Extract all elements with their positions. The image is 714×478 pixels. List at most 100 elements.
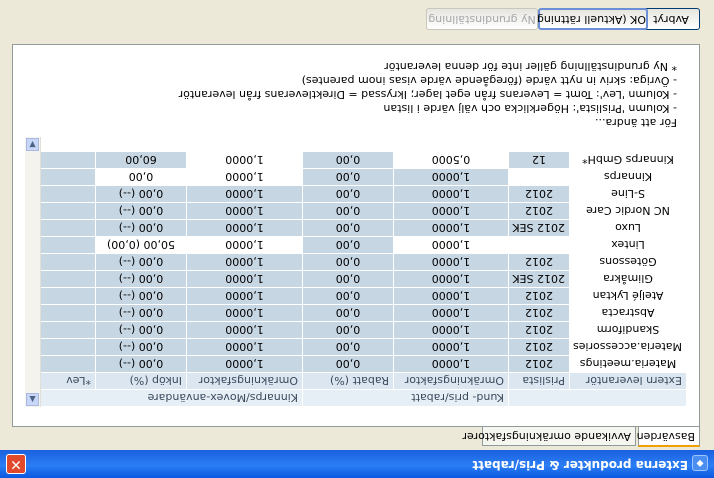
title-bar[interactable]: ◆ Externa produkter & Pris/rabatt ✕ bbox=[0, 450, 714, 478]
grid-cell[interactable]: 1,0000 bbox=[186, 219, 303, 237]
grid-cell[interactable]: 1,0000 bbox=[186, 151, 303, 169]
grid-cell[interactable]: 0,00 (--) bbox=[95, 338, 187, 356]
grid-cell[interactable]: 0,00 (--) bbox=[95, 185, 187, 203]
grid-cell[interactable]: 1,0000 bbox=[393, 219, 509, 237]
grid-cell[interactable]: 1,0000 bbox=[393, 270, 509, 288]
grid-cell[interactable]: 0,00 bbox=[302, 151, 394, 169]
grid-cell[interactable]: 1,0000 bbox=[186, 236, 303, 254]
grid-cell[interactable]: Luxo bbox=[569, 219, 687, 237]
grid-cell[interactable]: 2012 bbox=[508, 321, 570, 339]
grid-cell[interactable]: 1,0000 bbox=[186, 168, 303, 186]
table-row[interactable]: Skandiform 2012 1,0000 0,00 1,0000 0,00 (--) bbox=[40, 321, 687, 339]
grid-cell[interactable]: 60,00 bbox=[95, 151, 187, 169]
grid-cell[interactable] bbox=[40, 151, 96, 169]
grid-cell[interactable]: 0,00 bbox=[302, 185, 394, 203]
grid-cell[interactable]: 1,0000 bbox=[186, 338, 303, 356]
grid-cell[interactable]: 0,00 (--) bbox=[95, 304, 187, 322]
grid-cell[interactable]: 0,00 bbox=[95, 168, 187, 186]
grid-cell[interactable] bbox=[40, 168, 96, 186]
grid-cell[interactable]: Glimåkra bbox=[569, 270, 687, 288]
grid-cell[interactable]: 1,0000 bbox=[186, 202, 303, 220]
table-row[interactable]: Ateljé Lyktan 2012 1,0000 0,00 1,0000 0,00 (-… bbox=[40, 287, 687, 305]
col-header-omrakningsfaktor-kinnarps[interactable]: Omräkningsfaktor bbox=[186, 372, 303, 390]
grid-cell[interactable] bbox=[40, 270, 96, 288]
grid-cell[interactable]: 1,0000 bbox=[393, 236, 509, 254]
grid-cell[interactable]: Materia.meetings bbox=[569, 355, 687, 373]
tab-avvikande-omrakningsfaktorer[interactable]: Avvikande omräkningsfaktorer bbox=[463, 427, 636, 446]
reset-defaults-button[interactable]: Ny grundinställning bbox=[426, 8, 538, 30]
grid-cell[interactable]: 1,0000 bbox=[186, 287, 303, 305]
table-row[interactable]: Kinnarps 1,0000 0,00 1,0000 0,00 bbox=[40, 168, 687, 186]
table-row[interactable]: Materia.accessories 2012 1,0000 0,00 1,0000 0… bbox=[40, 338, 687, 356]
grid-cell[interactable] bbox=[508, 236, 570, 254]
grid-cell[interactable]: 1,0000 bbox=[393, 338, 509, 356]
col-header-lev[interactable]: *Lev bbox=[40, 372, 96, 390]
grid-cell[interactable]: 2012 SEK bbox=[508, 270, 570, 288]
grid-cell[interactable]: 1,0000 bbox=[186, 304, 303, 322]
grid-cell[interactable]: 0,00 (--) bbox=[95, 253, 187, 271]
grid-cell[interactable] bbox=[40, 338, 96, 356]
grid-cell[interactable] bbox=[40, 253, 96, 271]
table-row[interactable]: Abstracta 2012 1,0000 0,00 1,0000 0,00 (--) bbox=[40, 304, 687, 322]
grid-cell[interactable]: Ateljé Lyktan bbox=[569, 287, 687, 305]
grid-cell[interactable]: 1,0000 bbox=[393, 304, 509, 322]
col-header-extern-leverantor[interactable]: Extern leverantör bbox=[569, 372, 687, 390]
grid-cell[interactable]: 2012 bbox=[508, 253, 570, 271]
grid-cell[interactable]: 0,00 (--) bbox=[95, 219, 187, 237]
ok-button[interactable]: OK (Aktuell rättning) bbox=[533, 8, 648, 30]
grid-cell[interactable]: Materia.accessories bbox=[569, 338, 687, 356]
grid-cell[interactable]: 2012 bbox=[508, 287, 570, 305]
grid-cell[interactable]: 0,00 (--) bbox=[95, 321, 187, 339]
grid-cell[interactable]: 0,00 bbox=[302, 355, 394, 373]
grid-cell[interactable]: 0,00 bbox=[302, 219, 394, 237]
grid-cell[interactable]: 0,00 bbox=[302, 270, 394, 288]
grid-cell[interactable] bbox=[40, 185, 96, 203]
grid-cell[interactable]: 1,0000 bbox=[186, 253, 303, 271]
grid-cell[interactable]: NC Nordic Care bbox=[569, 202, 687, 220]
grid-cell[interactable]: 0,00 bbox=[302, 236, 394, 254]
grid-cell[interactable]: Skandiform bbox=[569, 321, 687, 339]
grid-cell[interactable]: 0,00 bbox=[302, 253, 394, 271]
grid-cell[interactable]: Kinnarps GmbH* bbox=[569, 151, 687, 169]
col-header-inkop[interactable]: Inköp (%) bbox=[95, 372, 187, 390]
grid-cell[interactable]: Götessons bbox=[569, 253, 687, 271]
grid-cell[interactable]: Lintex bbox=[569, 236, 687, 254]
grid-cell[interactable]: 0,00 bbox=[302, 202, 394, 220]
grid-cell[interactable] bbox=[40, 202, 96, 220]
table-row[interactable]: S-Line 2012 1,0000 0,00 1,0000 0,00 (--) bbox=[40, 185, 687, 203]
grid-cell[interactable]: 2012 bbox=[508, 185, 570, 203]
table-row[interactable]: Lintex 1,0000 0,00 1,0000 50,00 (0,00) bbox=[40, 236, 687, 254]
grid-cell[interactable]: 0,00 (--) bbox=[95, 202, 187, 220]
grid-cell[interactable]: 1,0000 bbox=[393, 321, 509, 339]
grid-cell[interactable]: 0,00 (--) bbox=[95, 287, 187, 305]
grid-cell[interactable]: 0,00 (--) bbox=[95, 270, 187, 288]
grid-cell[interactable]: 1,0000 bbox=[393, 168, 509, 186]
tab-basvarden[interactable]: Basvärden bbox=[637, 426, 700, 447]
grid-cell[interactable]: 0,00 bbox=[302, 287, 394, 305]
grid-cell[interactable]: 1,0000 bbox=[186, 270, 303, 288]
table-row[interactable]: Luxo 2012 SEK 1,0000 0,00 1,0000 0,00 (--) bbox=[40, 219, 687, 237]
grid-cell[interactable]: 1,0000 bbox=[186, 185, 303, 203]
grid-cell[interactable] bbox=[40, 236, 96, 254]
grid-cell[interactable] bbox=[40, 219, 96, 237]
grid-cell[interactable]: 0,00 (--) bbox=[95, 355, 187, 373]
col-header-prislista[interactable]: Prislista bbox=[508, 372, 570, 390]
table-row[interactable]: Kinnarps GmbH* 12 0,5000 0,00 1,0000 60,00 bbox=[40, 151, 687, 169]
scroll-up-icon[interactable]: ▲ bbox=[26, 393, 39, 406]
grid-cell[interactable]: 1,0000 bbox=[393, 202, 509, 220]
table-row[interactable]: NC Nordic Care 2012 1,0000 0,00 1,0000 0,00 (… bbox=[40, 202, 687, 220]
grid-cell[interactable]: 50,00 (0,00) bbox=[95, 236, 187, 254]
grid-cell[interactable] bbox=[40, 304, 96, 322]
grid-cell[interactable]: 1,0000 bbox=[186, 355, 303, 373]
grid-cell[interactable]: S-Line bbox=[569, 185, 687, 203]
col-header-omrakningsfaktor[interactable]: Omräkningsfaktor bbox=[393, 372, 509, 390]
grid-cell[interactable]: 0,00 bbox=[302, 168, 394, 186]
grid-cell[interactable]: 1,0000 bbox=[393, 185, 509, 203]
grid-cell[interactable]: 2012 bbox=[508, 202, 570, 220]
grid-cell[interactable]: Abstracta bbox=[569, 304, 687, 322]
cancel-button[interactable]: Avbryt bbox=[642, 8, 700, 30]
grid-cell[interactable] bbox=[40, 321, 96, 339]
table-row[interactable]: Glimåkra 2012 SEK 1,0000 0,00 1,0000 0,00 (--… bbox=[40, 270, 687, 288]
grid-cell[interactable]: 2012 bbox=[508, 355, 570, 373]
grid-cell[interactable]: 0,5000 bbox=[393, 151, 509, 169]
